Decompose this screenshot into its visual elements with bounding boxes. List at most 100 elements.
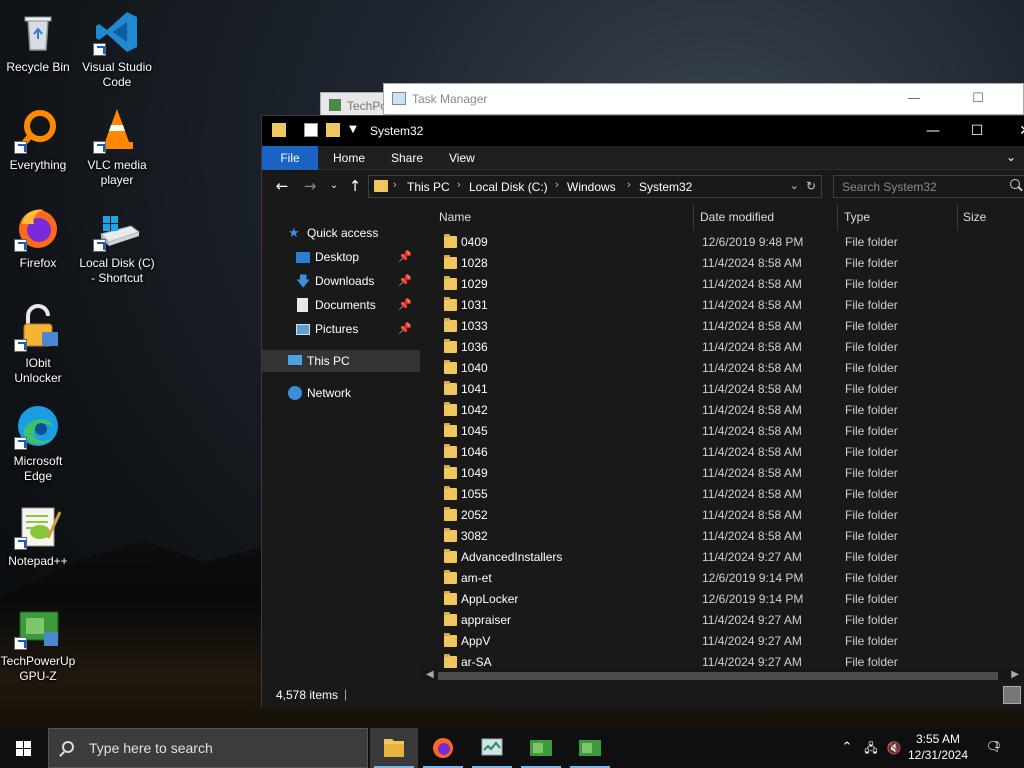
nav-item-this-pc[interactable]: This PC	[262, 350, 420, 372]
maximize-button[interactable]: ☐	[954, 116, 1000, 146]
maximize-button[interactable]: ☐	[956, 88, 1000, 110]
table-row[interactable]: AdvancedInstallers 11/4/2024 9:27 AM File …	[420, 547, 1024, 568]
desktop-icon-vscode[interactable]: Visual Studio Code	[79, 8, 155, 90]
table-row[interactable]: 1040 11/4/2024 8:58 AM File folder	[420, 358, 1024, 379]
table-row[interactable]: AppLocker 12/6/2019 9:14 PM File folder	[420, 589, 1024, 610]
taskbar-task-manager[interactable]	[468, 728, 516, 768]
taskbar-file-explorer[interactable]	[370, 728, 418, 768]
taskbar-firefox[interactable]	[419, 728, 467, 768]
details-view-button[interactable]	[1003, 686, 1021, 704]
table-row[interactable]: 1055 11/4/2024 8:58 AM File folder	[420, 484, 1024, 505]
desktop-icon-local-disk[interactable]: Local Disk (C) - Shortcut	[79, 204, 155, 286]
table-row[interactable]: 2052 11/4/2024 8:58 AM File folder	[420, 505, 1024, 526]
tab-view[interactable]: View	[435, 146, 489, 170]
pin-icon[interactable]: 📌	[398, 318, 412, 340]
table-row[interactable]: 1028 11/4/2024 8:58 AM File folder	[420, 253, 1024, 274]
action-center-button[interactable]: 🗨 1	[980, 728, 1008, 768]
folder-icon	[444, 570, 457, 584]
table-row[interactable]: 1042 11/4/2024 8:58 AM File folder	[420, 400, 1024, 421]
nav-item-downloads[interactable]: 🡇 Downloads 📌	[262, 270, 420, 292]
pin-icon[interactable]: 📌	[398, 246, 412, 268]
minimize-button[interactable]: —	[892, 88, 936, 110]
table-row[interactable]: 1036 11/4/2024 8:58 AM File folder	[420, 337, 1024, 358]
desktop-icon-notepadpp[interactable]: Notepad++	[0, 502, 76, 569]
start-button[interactable]	[0, 728, 48, 768]
file-date-modified: 11/4/2024 8:58 AM	[702, 319, 802, 333]
close-button[interactable]: ✕	[1006, 88, 1024, 110]
desktop-icon-gpuz[interactable]: TechPowerUp GPU-Z	[0, 602, 76, 684]
breadcrumb-this-pc[interactable]: This PC	[407, 180, 450, 194]
nav-item-documents[interactable]: Documents 📌	[262, 294, 420, 316]
forward-button[interactable]: →	[300, 176, 320, 196]
system-clock[interactable]: 3:55 AM 12/31/2024	[906, 731, 970, 763]
table-row[interactable]: 3082 11/4/2024 8:58 AM File folder	[420, 526, 1024, 547]
file-date-modified: 11/4/2024 8:58 AM	[702, 529, 802, 543]
column-header-size[interactable]: Size	[963, 202, 1023, 232]
tab-share[interactable]: Share	[377, 146, 437, 170]
nav-item-network[interactable]: Network	[262, 382, 420, 404]
table-row[interactable]: 1029 11/4/2024 8:58 AM File folder	[420, 274, 1024, 295]
file-date-modified: 12/6/2019 9:14 PM	[702, 592, 804, 606]
table-row[interactable]: 1031 11/4/2024 8:58 AM File folder	[420, 295, 1024, 316]
column-divider[interactable]	[837, 204, 838, 230]
scrollbar-thumb[interactable]	[438, 672, 998, 680]
nav-item-desktop[interactable]: Desktop 📌	[262, 246, 420, 268]
column-header-name[interactable]: Name	[439, 202, 679, 232]
table-row[interactable]: 1049 11/4/2024 8:58 AM File folder	[420, 463, 1024, 484]
folder-icon	[444, 612, 457, 626]
address-bar[interactable]: › This PC › Local Disk (C:) › Windows › …	[368, 175, 822, 198]
close-button[interactable]: ✕	[1002, 116, 1024, 146]
pin-icon[interactable]: 📌	[398, 270, 412, 292]
nav-item-quick-access[interactable]: ★ Quick access	[262, 222, 420, 244]
column-header-type[interactable]: Type	[844, 202, 954, 232]
search-input[interactable]: Search System32	[833, 175, 1024, 198]
title-bar[interactable]: ▼ System32 — ☐ ✕	[262, 116, 1024, 146]
expand-ribbon-chevron-icon[interactable]: ⌄	[1006, 150, 1016, 164]
tab-home[interactable]: Home	[319, 146, 379, 170]
task-manager-window[interactable]: Task Manager — ☐ ✕	[383, 83, 1024, 115]
table-row[interactable]: am-et 12/6/2019 9:14 PM File folder	[420, 568, 1024, 589]
folder-icon	[444, 654, 457, 668]
table-row[interactable]: 1033 11/4/2024 8:58 AM File folder	[420, 316, 1024, 337]
desktop-icon-vlc[interactable]: VLC media player	[79, 106, 155, 188]
recent-locations-chevron-icon[interactable]: ⌄	[324, 176, 344, 196]
table-row[interactable]: AppV 11/4/2024 9:27 AM File folder	[420, 631, 1024, 652]
table-row[interactable]: 0409 12/6/2019 9:48 PM File folder	[420, 232, 1024, 253]
desktop-icon-everything[interactable]: Everything	[0, 106, 76, 173]
table-row[interactable]: 1045 11/4/2024 8:58 AM File folder	[420, 421, 1024, 442]
refresh-icon[interactable]: ↻	[806, 179, 816, 193]
tab-file[interactable]: File	[262, 146, 318, 170]
table-row[interactable]: 1046 11/4/2024 8:58 AM File folder	[420, 442, 1024, 463]
desktop-icon-edge[interactable]: Microsoft Edge	[0, 402, 76, 484]
minimize-button[interactable]: —	[910, 116, 956, 146]
desktop-icon-iobit-unlocker[interactable]: IObit Unlocker	[0, 304, 76, 386]
volume-muted-icon[interactable]: 🔇	[883, 728, 905, 768]
taskbar-gpuz-2[interactable]	[566, 728, 614, 768]
show-hidden-icons-chevron-icon[interactable]: ⌃	[836, 728, 858, 768]
techpowerup-window[interactable]: TechPo	[320, 92, 387, 116]
new-folder-icon[interactable]	[326, 123, 340, 137]
address-dropdown-chevron-icon[interactable]: ⌄	[790, 179, 799, 192]
breadcrumb-local-disk[interactable]: Local Disk (C:)	[469, 180, 548, 194]
up-button[interactable]: ↑	[345, 176, 365, 196]
nav-item-pictures[interactable]: Pictures 📌	[262, 318, 420, 340]
back-button[interactable]: ←	[272, 176, 292, 196]
properties-icon[interactable]	[304, 123, 318, 137]
desktop-icon-recycle-bin[interactable]: Recycle Bin	[0, 8, 76, 75]
scroll-right-icon[interactable]: ▶	[1011, 669, 1019, 680]
scroll-left-icon[interactable]: ◀	[426, 669, 434, 680]
taskbar-search-box[interactable]: Type here to search	[48, 728, 368, 768]
breadcrumb-windows[interactable]: Windows	[567, 180, 616, 194]
file-type: File folder	[845, 403, 898, 417]
taskbar-gpuz-1[interactable]	[517, 728, 565, 768]
table-row[interactable]: 1041 11/4/2024 8:58 AM File folder	[420, 379, 1024, 400]
column-divider[interactable]	[693, 204, 694, 230]
network-status-icon[interactable]: 🖧	[860, 728, 882, 768]
column-divider[interactable]	[957, 204, 958, 230]
pin-icon[interactable]: 📌	[398, 294, 412, 316]
desktop-icon-firefox[interactable]: Firefox	[0, 204, 76, 271]
customize-toolbar-chevron-icon[interactable]: ▼	[346, 123, 360, 137]
breadcrumb-system32[interactable]: System32	[639, 180, 692, 194]
column-header-date-modified[interactable]: Date modified	[700, 202, 830, 232]
table-row[interactable]: appraiser 11/4/2024 9:27 AM File folder	[420, 610, 1024, 631]
